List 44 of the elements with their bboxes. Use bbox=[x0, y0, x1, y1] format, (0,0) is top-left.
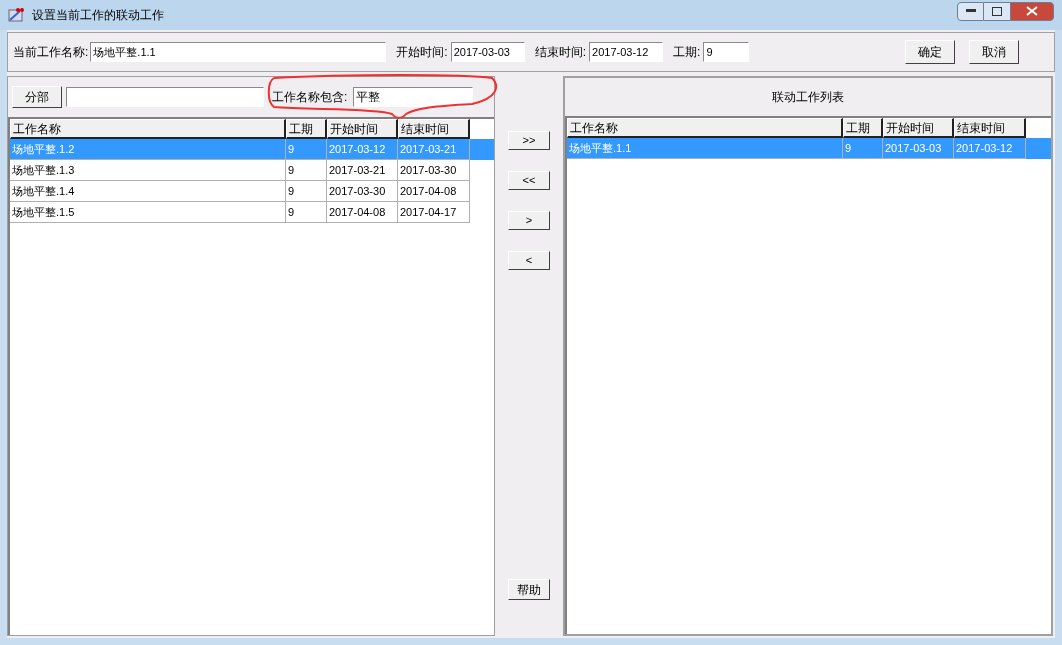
input-field[interactable]: 2017-03-03 bbox=[450, 42, 525, 62]
transfer-button[interactable]: < bbox=[508, 251, 550, 270]
transfer-button[interactable]: >> bbox=[508, 131, 550, 150]
table-cell: 2017-04-17 bbox=[398, 202, 470, 223]
help-button[interactable]: 帮助 bbox=[508, 579, 550, 600]
close-button[interactable] bbox=[1010, 1, 1054, 21]
close-icon bbox=[1026, 6, 1038, 16]
dialog-button[interactable]: 确定 bbox=[905, 40, 955, 64]
column-header[interactable]: 工作名称 bbox=[10, 119, 286, 139]
column-header[interactable]: 结束时间 bbox=[954, 118, 1026, 138]
column-header[interactable]: 工作名称 bbox=[567, 118, 843, 138]
filter-label: 工作名称包含: bbox=[272, 89, 348, 106]
input-field[interactable]: 9 bbox=[703, 42, 750, 62]
input-field[interactable]: 场地平整.1.1 bbox=[90, 42, 387, 62]
table-cell: 场地平整.1.1 bbox=[567, 138, 843, 159]
window-title: 设置当前工作的联动工作 bbox=[32, 7, 164, 24]
field-label: 工期: bbox=[673, 44, 701, 61]
department-button[interactable]: 分部 bbox=[12, 86, 62, 108]
input-field[interactable]: 2017-03-12 bbox=[589, 42, 664, 62]
maximize-button[interactable] bbox=[984, 1, 1010, 21]
table-cell: 9 bbox=[843, 138, 883, 159]
transfer-button[interactable]: > bbox=[508, 211, 550, 230]
table-cell: 场地平整.1.5 bbox=[10, 202, 286, 223]
table-cell: 9 bbox=[286, 202, 327, 223]
table-cell: 2017-03-03 bbox=[883, 138, 954, 159]
column-header[interactable]: 结束时间 bbox=[398, 119, 470, 139]
list-title: 联动工作列表 bbox=[771, 89, 845, 106]
column-header[interactable]: 开始时间 bbox=[327, 119, 398, 139]
column-header[interactable]: 工期 bbox=[286, 119, 327, 139]
field-label: 当前工作名称: bbox=[13, 44, 89, 61]
department-field[interactable] bbox=[66, 87, 264, 107]
minimize-button[interactable] bbox=[957, 1, 984, 21]
dialog-button[interactable]: 取消 bbox=[969, 40, 1019, 64]
field-label: 开始时间: bbox=[396, 44, 448, 61]
column-header[interactable]: 工期 bbox=[843, 118, 883, 138]
table-cell: 2017-03-12 bbox=[954, 138, 1026, 159]
field-label: 结束时间: bbox=[534, 44, 587, 61]
table-cell: 2017-04-08 bbox=[327, 202, 398, 223]
minimize-icon bbox=[965, 9, 976, 13]
app-icon bbox=[8, 7, 24, 23]
transfer-button[interactable]: << bbox=[508, 171, 550, 190]
filter-field[interactable]: 平整 bbox=[353, 87, 474, 107]
maximize-icon bbox=[992, 6, 1002, 16]
column-header[interactable]: 开始时间 bbox=[883, 118, 954, 138]
